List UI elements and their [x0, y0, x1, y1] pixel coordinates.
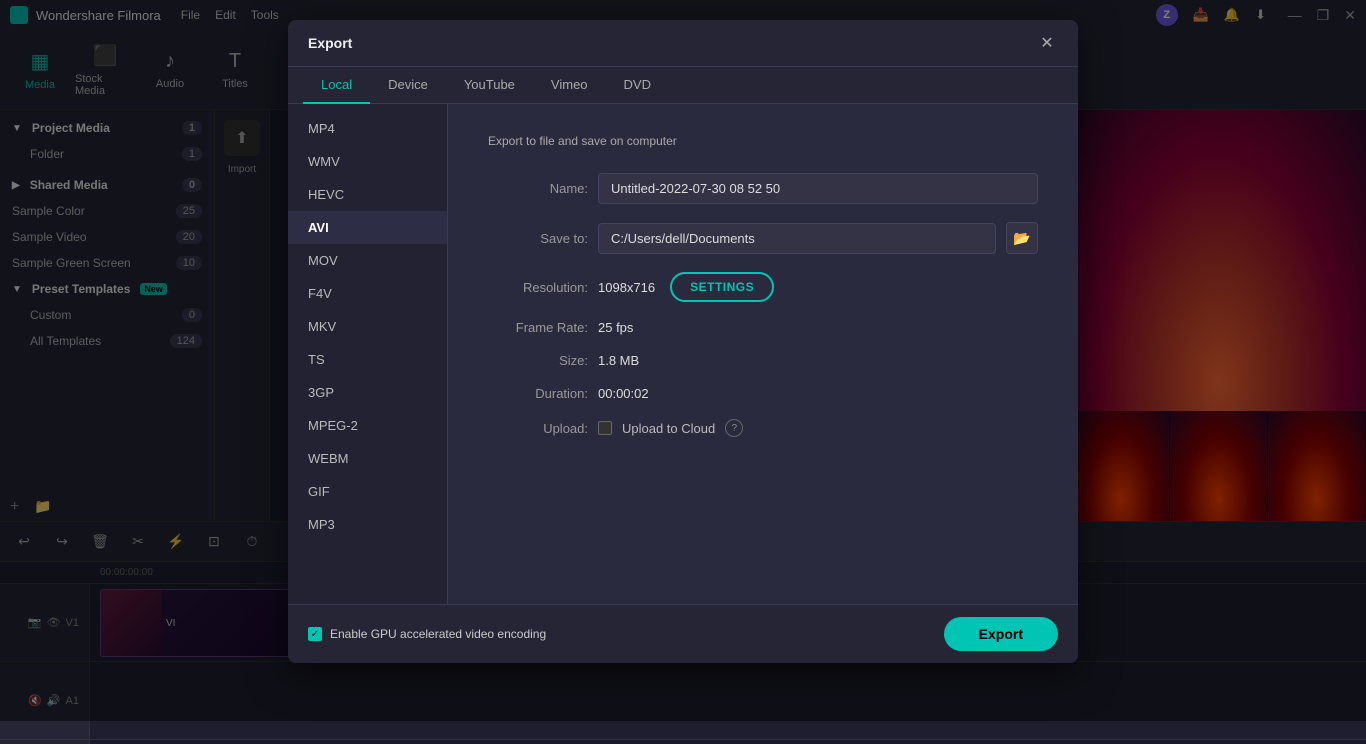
format-wmv[interactable]: WMV [288, 145, 447, 178]
format-settings: Export to file and save on computer Name… [448, 104, 1078, 604]
upload-row: Upload to Cloud ? [598, 419, 743, 437]
upload-checkbox[interactable] [598, 421, 612, 435]
save-to-field-row: Save to: 📂 [488, 222, 1038, 254]
format-list: MP4 WMV HEVC AVI MOV F4V MKV TS 3GP MPEG… [288, 104, 448, 604]
size-field-row: Size: 1.8 MB [488, 353, 1038, 368]
save-to-label: Save to: [488, 231, 588, 246]
gpu-label: Enable GPU accelerated video encoding [330, 627, 546, 641]
duration-value: 00:00:02 [598, 386, 649, 401]
browse-folder-button[interactable]: 📂 [1006, 222, 1038, 254]
gpu-checkbox-row: ✓ Enable GPU accelerated video encoding [308, 627, 546, 641]
format-ts[interactable]: TS [288, 343, 447, 376]
format-mpeg2[interactable]: MPEG-2 [288, 409, 447, 442]
format-hevc[interactable]: HEVC [288, 178, 447, 211]
duration-field-row: Duration: 00:00:02 [488, 386, 1038, 401]
resolution-field-row: Resolution: 1098x716 SETTINGS [488, 272, 1038, 302]
modal-footer: ✓ Enable GPU accelerated video encoding … [288, 604, 1078, 663]
name-input[interactable] [598, 173, 1038, 204]
settings-button[interactable]: SETTINGS [670, 272, 774, 302]
name-field-row: Name: [488, 173, 1038, 204]
duration-label: Duration: [488, 386, 588, 401]
format-webm[interactable]: WEBM [288, 442, 447, 475]
size-value: 1.8 MB [598, 353, 639, 368]
upload-to-cloud-label: Upload to Cloud [622, 421, 715, 436]
tab-dvd[interactable]: DVD [606, 67, 669, 104]
name-label: Name: [488, 181, 588, 196]
format-f4v[interactable]: F4V [288, 277, 447, 310]
modal-overlay: Export ✕ Local Device YouTube Vimeo DVD … [0, 0, 1366, 721]
upload-field-row: Upload: Upload to Cloud ? [488, 419, 1038, 437]
resolution-row: 1098x716 SETTINGS [598, 272, 1038, 302]
save-to-value-row: 📂 [598, 222, 1038, 254]
format-avi[interactable]: AVI [288, 211, 447, 244]
tab-youtube[interactable]: YouTube [446, 67, 533, 104]
resolution-label: Resolution: [488, 280, 588, 295]
gpu-checkbox[interactable]: ✓ [308, 627, 322, 641]
export-button[interactable]: Export [944, 617, 1058, 651]
format-mov[interactable]: MOV [288, 244, 447, 277]
modal-body: MP4 WMV HEVC AVI MOV F4V MKV TS 3GP MPEG… [288, 104, 1078, 604]
size-label: Size: [488, 353, 588, 368]
modal-titlebar: Export ✕ [288, 20, 1078, 67]
frame-rate-value: 25 fps [598, 320, 633, 335]
folder-open-icon: 📂 [1013, 230, 1030, 247]
tab-device[interactable]: Device [370, 67, 446, 104]
format-gif[interactable]: GIF [288, 475, 447, 508]
format-mp3[interactable]: MP3 [288, 508, 447, 541]
format-3gp[interactable]: 3GP [288, 376, 447, 409]
format-mp4[interactable]: MP4 [288, 112, 447, 145]
save-to-input[interactable] [598, 223, 996, 254]
modal-title: Export [308, 35, 352, 51]
resolution-value: 1098x716 [598, 280, 655, 295]
modal-close-button[interactable]: ✕ [1036, 32, 1058, 54]
modal-tabs: Local Device YouTube Vimeo DVD [288, 67, 1078, 104]
frame-rate-field-row: Frame Rate: 25 fps [488, 320, 1038, 335]
upload-label: Upload: [488, 421, 588, 436]
tab-local[interactable]: Local [303, 67, 370, 104]
export-modal: Export ✕ Local Device YouTube Vimeo DVD … [288, 20, 1078, 663]
frame-rate-label: Frame Rate: [488, 320, 588, 335]
format-mkv[interactable]: MKV [288, 310, 447, 343]
tab-vimeo[interactable]: Vimeo [533, 67, 606, 104]
export-subtitle: Export to file and save on computer [488, 134, 1038, 148]
help-icon[interactable]: ? [725, 419, 743, 437]
